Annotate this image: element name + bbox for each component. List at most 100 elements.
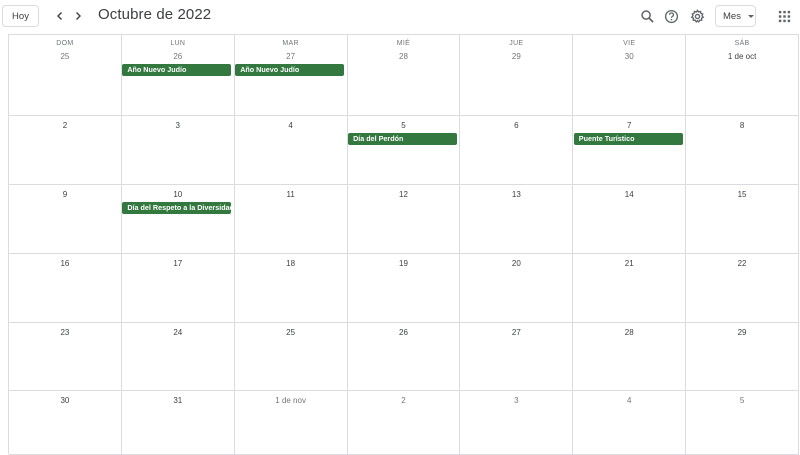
day-number[interactable]: 8 xyxy=(686,121,798,130)
help-button[interactable] xyxy=(662,7,680,25)
day-number[interactable]: 21 xyxy=(573,259,685,268)
event-chip[interactable]: Día del Perdón xyxy=(348,133,457,145)
day-number[interactable]: 3 xyxy=(460,396,572,405)
previous-month-button[interactable] xyxy=(52,8,68,24)
day-number[interactable]: 30 xyxy=(573,52,685,61)
day-number[interactable]: 14 xyxy=(573,190,685,199)
day-cell[interactable]: 6 xyxy=(460,116,574,185)
day-number[interactable]: 9 xyxy=(9,190,121,199)
day-number[interactable]: 1 de nov xyxy=(235,396,347,405)
next-month-button[interactable] xyxy=(70,8,86,24)
day-number[interactable]: 20 xyxy=(460,259,572,268)
day-number[interactable]: 18 xyxy=(235,259,347,268)
day-cell[interactable]: 15 xyxy=(686,185,799,254)
day-number[interactable]: 27 xyxy=(235,52,347,61)
view-selector[interactable]: Mes xyxy=(715,5,756,27)
event-chip[interactable]: Año Nuevo Judío xyxy=(235,64,345,76)
day-number[interactable]: 11 xyxy=(235,190,347,199)
day-cell[interactable]: 3 xyxy=(121,116,235,185)
day-number[interactable]: 2 xyxy=(348,396,460,405)
search-button[interactable] xyxy=(638,7,656,25)
day-number[interactable]: 7 xyxy=(573,121,685,130)
day-cell[interactable]: 23 xyxy=(9,323,122,391)
day-cell[interactable]: 17 xyxy=(121,254,235,323)
day-number[interactable]: 24 xyxy=(122,328,234,337)
day-number[interactable]: 25 xyxy=(235,328,347,337)
day-cell[interactable]: 4 xyxy=(234,116,348,185)
settings-button[interactable] xyxy=(688,7,706,25)
day-number[interactable]: 27 xyxy=(460,328,572,337)
day-number[interactable]: 26 xyxy=(122,52,234,61)
day-number[interactable]: 5 xyxy=(348,121,460,130)
day-cell[interactable]: 7 xyxy=(573,116,687,185)
day-cell[interactable]: 27 xyxy=(460,323,574,391)
day-number[interactable]: 28 xyxy=(348,52,460,61)
day-number[interactable]: 25 xyxy=(9,52,121,61)
day-number[interactable]: 22 xyxy=(686,259,798,268)
day-cell[interactable]: 30 xyxy=(9,391,122,455)
day-cell[interactable]: 18 xyxy=(234,254,348,323)
day-cell[interactable]: 16 xyxy=(9,254,122,323)
day-cell[interactable]: 28 xyxy=(573,323,687,391)
day-number[interactable]: 4 xyxy=(573,396,685,405)
day-number[interactable]: 13 xyxy=(460,190,572,199)
day-number[interactable]: 28 xyxy=(573,328,685,337)
weekday-header: MAR xyxy=(282,40,299,47)
day-cell[interactable]: 5 xyxy=(347,116,461,185)
day-cell[interactable]: 9 xyxy=(9,185,122,254)
day-cell[interactable]: 11 xyxy=(234,185,348,254)
day-cell[interactable]: 8 xyxy=(686,116,799,185)
day-cell[interactable]: 2 xyxy=(347,391,461,455)
day-number[interactable]: 15 xyxy=(686,190,798,199)
day-number[interactable]: 1 de oct xyxy=(686,52,798,61)
day-cell[interactable]: 1 de nov xyxy=(234,391,348,455)
day-cell[interactable]: 21 xyxy=(573,254,687,323)
day-cell[interactable]: 20 xyxy=(460,254,574,323)
event-chip[interactable]: Año Nuevo Judío xyxy=(122,64,232,76)
day-cell[interactable]: 29 xyxy=(686,323,799,391)
day-number[interactable]: 17 xyxy=(122,259,234,268)
day-cell[interactable]: JUE 29 xyxy=(460,35,574,116)
day-cell[interactable]: 2 xyxy=(9,116,122,185)
day-cell[interactable]: 3 xyxy=(460,391,574,455)
day-number[interactable]: 16 xyxy=(9,259,121,268)
day-cell[interactable]: 22 xyxy=(686,254,799,323)
gear-icon xyxy=(690,8,704,23)
day-cell[interactable]: 5 xyxy=(686,391,799,455)
day-cell[interactable]: 31 xyxy=(121,391,235,455)
day-number[interactable]: 23 xyxy=(9,328,121,337)
day-cell[interactable]: SÁB 1 de oct xyxy=(686,35,799,116)
day-number[interactable]: 26 xyxy=(348,328,460,337)
day-number[interactable]: 19 xyxy=(348,259,460,268)
day-number[interactable]: 29 xyxy=(460,52,572,61)
day-cell[interactable]: 4 xyxy=(573,391,687,455)
day-number[interactable]: 30 xyxy=(9,396,121,405)
day-cell[interactable]: MIÉ 28 xyxy=(347,35,461,116)
day-number[interactable]: 10 xyxy=(122,190,234,199)
day-number[interactable]: 2 xyxy=(9,121,121,130)
weekday-header: SÁB xyxy=(734,40,750,47)
day-cell[interactable]: 24 xyxy=(121,323,235,391)
day-number[interactable]: 3 xyxy=(122,121,234,130)
day-cell[interactable]: DOM 25 xyxy=(9,35,122,116)
event-chip[interactable]: Puente Turístico xyxy=(573,133,683,145)
day-number[interactable]: 31 xyxy=(122,396,234,405)
day-cell[interactable]: 10 xyxy=(121,185,235,254)
day-cell[interactable]: 13 xyxy=(460,185,574,254)
day-number[interactable]: 5 xyxy=(686,396,798,405)
day-cell[interactable]: 19 xyxy=(347,254,461,323)
day-number[interactable]: 12 xyxy=(348,190,460,199)
today-button[interactable]: Hoy xyxy=(2,5,39,27)
day-cell[interactable]: VIE 30 xyxy=(573,35,687,116)
day-number[interactable]: 6 xyxy=(460,121,572,130)
day-number[interactable]: 29 xyxy=(686,328,798,337)
apps-button[interactable] xyxy=(775,7,793,25)
day-cell[interactable]: 14 xyxy=(573,185,687,254)
event-chip[interactable]: Día del Respeto a la Diversidad Cultural xyxy=(122,202,232,214)
day-cell[interactable]: 26 xyxy=(347,323,461,391)
day-number[interactable]: 4 xyxy=(235,121,347,130)
week-row: 30 31 1 de nov 2 3 4 5 xyxy=(9,391,800,455)
weekday-header: LUN xyxy=(170,40,186,47)
day-cell[interactable]: 12 xyxy=(347,185,461,254)
day-cell[interactable]: 25 xyxy=(234,323,348,391)
